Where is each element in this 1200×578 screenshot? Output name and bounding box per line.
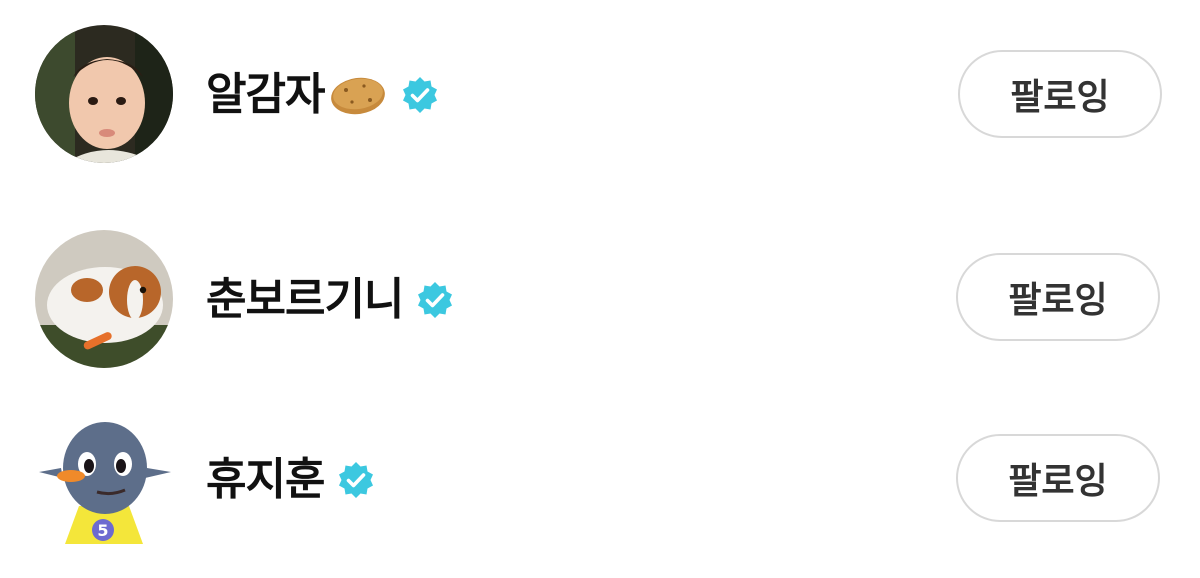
- verified-badge-icon: [415, 280, 455, 320]
- avatar[interactable]: [35, 25, 173, 163]
- username[interactable]: 휴지훈: [206, 450, 325, 510]
- following-button[interactable]: 팔로잉: [956, 434, 1160, 522]
- list-item: 5 휴지훈 팔로잉: [0, 410, 1200, 560]
- avatar[interactable]: 5: [35, 410, 173, 548]
- following-button[interactable]: 팔로잉: [956, 253, 1160, 341]
- username[interactable]: 춘보르기니: [206, 270, 404, 330]
- following-button[interactable]: 팔로잉: [958, 50, 1162, 138]
- username-group: 휴지훈: [206, 450, 376, 510]
- verified-badge-icon: [400, 75, 440, 115]
- list-item: 춘보르기니 팔로잉: [0, 230, 1200, 380]
- username-group: 춘보르기니: [206, 270, 455, 330]
- guinea-pig-avatar-image: [35, 230, 173, 368]
- username-group: 알감자: [206, 65, 440, 125]
- username[interactable]: 알감자: [206, 65, 325, 125]
- avatar[interactable]: [35, 230, 173, 368]
- svg-text:5: 5: [97, 521, 108, 540]
- verified-badge-icon: [336, 460, 376, 500]
- list-item: 알감자 팔로잉: [0, 25, 1200, 175]
- bird-character-avatar-image: 5: [39, 422, 171, 544]
- baby-avatar-image: [35, 25, 173, 163]
- potato-icon: [328, 70, 388, 120]
